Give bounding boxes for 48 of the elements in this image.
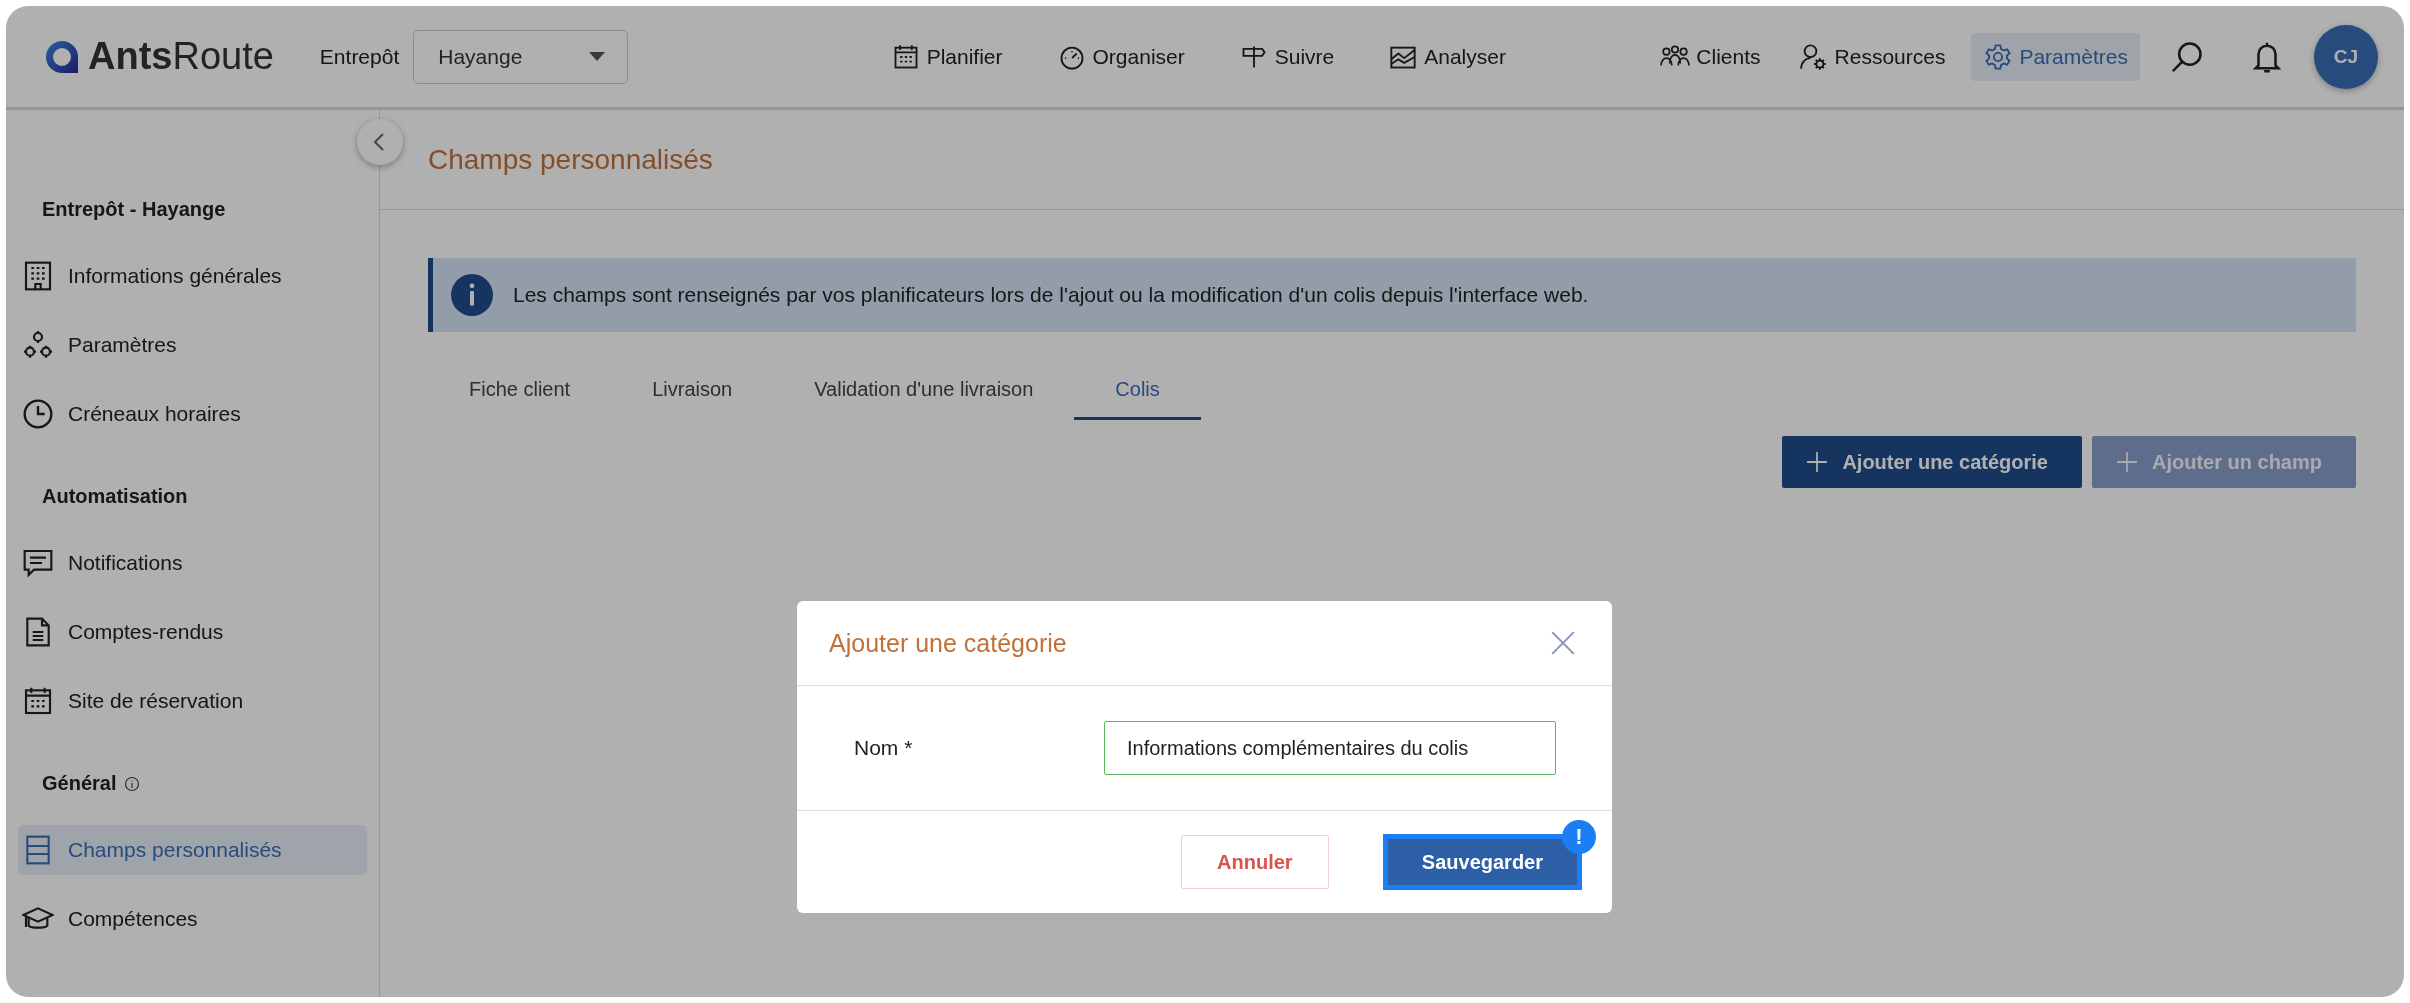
sidebar-item[interactable]: Comptes-rendus	[18, 607, 367, 657]
tab[interactable]: Validation d'une livraison	[773, 368, 1075, 420]
nav-item[interactable]: Organiser	[1044, 32, 1197, 81]
message-icon	[22, 547, 54, 579]
add-button[interactable]: Ajouter une catégorie	[1782, 436, 2082, 488]
plus-icon	[2116, 451, 2138, 473]
clock-icon	[22, 398, 54, 430]
user-avatar[interactable]: CJ	[2314, 24, 2378, 89]
warning-badge: !	[1562, 820, 1596, 854]
settings-icon	[1983, 42, 2014, 71]
sidebar-item[interactable]: Informations générales	[18, 251, 367, 301]
gears-icon	[22, 329, 54, 361]
nav-item[interactable]: Analyser	[1376, 32, 1518, 81]
brand-name: AntsRoute	[88, 35, 274, 78]
field-label: Nom *	[854, 736, 914, 760]
info-text: Les champs sont renseignés par vos planificateurs lors de l'ajout ou la modification d'un colis depuis l'interface web.	[513, 283, 1589, 307]
cancel-button[interactable]: Annuler	[1180, 835, 1329, 889]
tab[interactable]: Fiche client	[428, 368, 612, 420]
nav-item[interactable]: Ressources	[1786, 32, 1958, 81]
building-icon	[22, 260, 54, 292]
nav-item[interactable]: Paramètres	[1971, 32, 2140, 81]
warehouse-select[interactable]: Hayange	[413, 29, 629, 84]
warehouse-label: Entrepôt	[319, 44, 400, 69]
nav-item[interactable]: Planifier	[878, 32, 1015, 81]
section-title: Général	[42, 772, 117, 795]
sidebar-item[interactable]: Site de réservation	[18, 676, 367, 726]
close-icon[interactable]	[1550, 630, 1576, 656]
name-input-field[interactable]: Informations complémentaires du colis	[1104, 721, 1556, 775]
sidebar-item[interactable]: Notifications	[18, 538, 367, 588]
page-title: Champs personnalisés	[428, 143, 713, 176]
nav-item[interactable]: Suivre	[1226, 32, 1347, 81]
calendar-icon	[22, 685, 54, 717]
dialog-title: Ajouter une catégorie	[829, 628, 1067, 658]
info-icon	[124, 775, 141, 792]
tab[interactable]: Colis	[1074, 368, 1201, 420]
section-title: Entrepôt - Hayange	[42, 198, 226, 221]
info-icon	[451, 274, 493, 316]
sidebar-item[interactable]: Créneaux horaires	[18, 389, 367, 439]
nav-item[interactable]: Clients	[1648, 32, 1773, 81]
section-title: Automatisation	[42, 485, 188, 508]
sidebar-item[interactable]: Champs personnalisés	[18, 825, 367, 875]
plus-icon	[1806, 451, 1829, 473]
caret-icon	[589, 52, 606, 61]
search-icon[interactable]	[2170, 39, 2204, 74]
tab[interactable]: Livraison	[611, 368, 774, 420]
sidebar-item[interactable]: Compétences	[18, 894, 367, 944]
sidebar-item[interactable]: Paramètres	[18, 320, 367, 370]
user-gear-icon	[1798, 42, 1829, 71]
